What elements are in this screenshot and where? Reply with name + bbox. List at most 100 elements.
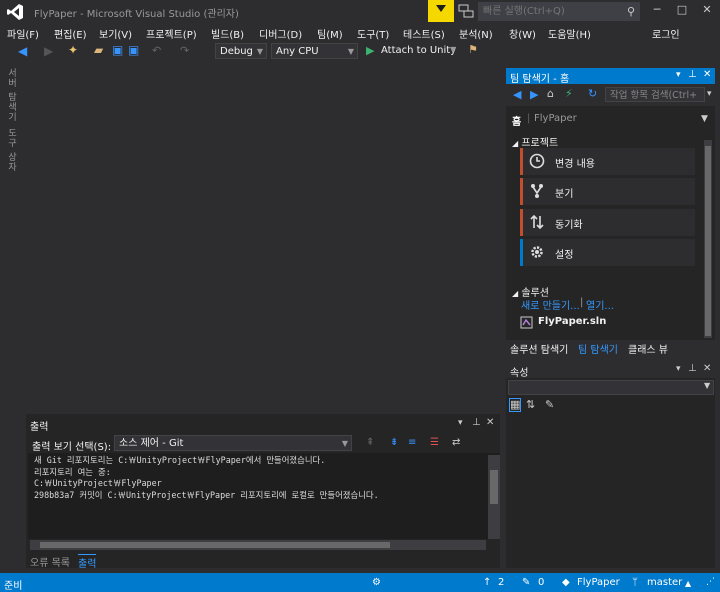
find-in-files-icon[interactable]: ⚑ (468, 43, 478, 56)
goto-next-icon[interactable]: ⇟ (390, 437, 398, 448)
output-line: 새 Git 리포지토리는 C:￦UnityProject￦FlyPaper에서 … (34, 455, 326, 465)
git-sync-icon[interactable]: ⚙ (372, 577, 381, 588)
toolbox-tab[interactable]: 도구 상자 (5, 128, 18, 172)
tab-output[interactable]: 출력 (78, 554, 97, 570)
dropdown-icon[interactable]: ▾ (458, 418, 463, 428)
server-explorer-tab[interactable]: 서버 탐색기 (5, 68, 18, 122)
tile-label: 분기 (555, 189, 574, 200)
project-name[interactable]: FlyPaper (534, 113, 577, 124)
run-chevron-icon[interactable]: ▼ (450, 45, 456, 54)
menu-debug[interactable]: 디버그(D) (259, 26, 302, 41)
up-arrow-icon[interactable]: ↑ (483, 577, 491, 588)
back-icon[interactable]: ◀ (18, 44, 27, 58)
menu-edit[interactable]: 편집(E) (54, 26, 87, 41)
forward-icon[interactable]: ▶ (530, 88, 538, 101)
redo-icon[interactable]: ↷ (180, 44, 189, 57)
chevron-down-icon[interactable]: ▼ (704, 381, 710, 390)
alphabetical-icon[interactable]: ⇅ (526, 398, 535, 411)
project-section-toggle[interactable]: ◢ 프로젝트 (512, 134, 558, 149)
pencil-icon[interactable]: ✎ (522, 577, 530, 588)
maximize-button[interactable]: □ (675, 3, 689, 17)
attach-to-unity-button[interactable]: Attach to Unity (381, 45, 456, 56)
refresh-icon[interactable]: ↻ (588, 87, 597, 100)
tab-error-list[interactable]: 오류 목록 (30, 554, 70, 569)
search-icon[interactable]: ⚲ (627, 5, 635, 18)
notifications-flag-button[interactable] (428, 0, 454, 22)
menu-analyze[interactable]: 분석(N) (459, 26, 493, 41)
close-panel-icon[interactable]: ✕ (703, 69, 711, 80)
pending-changes-count[interactable]: 0 (538, 577, 544, 588)
open-folder-icon[interactable]: ▰ (94, 43, 103, 57)
connect-icon[interactable]: ⚡ (565, 87, 573, 100)
find-message-icon[interactable]: ≡ (408, 437, 416, 448)
tile-sync[interactable]: 동기화 (520, 209, 695, 236)
team-scroll-thumb[interactable] (705, 146, 711, 336)
menu-test[interactable]: 테스트(S) (403, 26, 445, 41)
solution-file-link[interactable]: FlyPaper.sln (538, 316, 606, 327)
tile-branches[interactable]: 분기 (520, 178, 695, 205)
play-icon[interactable]: ▶ (366, 44, 374, 57)
dropdown-icon[interactable]: ▾ (676, 70, 681, 80)
output-source-value: 소스 제어 - Git (119, 438, 184, 449)
output-scroll-thumb[interactable] (490, 470, 498, 504)
back-icon[interactable]: ◀ (513, 88, 521, 101)
branch-icon[interactable]: ᛘ (632, 577, 638, 588)
menu-project[interactable]: 프로젝트(P) (146, 26, 197, 41)
forward-icon[interactable]: ▶ (44, 44, 53, 58)
properties-object-dropdown[interactable] (508, 380, 714, 395)
undo-icon[interactable]: ↶ (152, 44, 161, 57)
tab-solution-explorer[interactable]: 솔루션 탐색기 (510, 341, 568, 356)
configuration-dropdown[interactable]: Debug ▼ (215, 43, 267, 59)
tab-team-explorer[interactable]: 팀 탐색기 (578, 341, 618, 356)
menu-team[interactable]: 팀(M) (317, 26, 343, 41)
feedback-icon[interactable] (458, 3, 474, 19)
tile-settings[interactable]: 설정 (520, 239, 695, 266)
menu-help[interactable]: 도움말(H) (548, 26, 591, 41)
standard-toolbar (0, 42, 720, 62)
pin-icon[interactable]: ⊥ (472, 417, 481, 428)
wrench-icon[interactable]: ✎ (545, 398, 554, 411)
branch-menu-icon[interactable]: ▲ (685, 579, 691, 588)
goto-previous-icon[interactable]: ⇞ (366, 437, 374, 448)
dropdown-icon[interactable]: ▾ (676, 364, 681, 374)
clear-all-icon[interactable]: ☰ (430, 437, 439, 448)
save-icon[interactable]: ▣ (112, 43, 123, 57)
close-panel-icon[interactable]: ✕ (703, 363, 711, 374)
tile-label: 변경 내용 (555, 159, 595, 170)
repository-name[interactable]: FlyPaper (577, 577, 620, 588)
resize-grip-icon[interactable]: ⋰ (706, 577, 715, 587)
login-link[interactable]: 로그인 (652, 26, 680, 41)
close-panel-icon[interactable]: ✕ (486, 417, 494, 428)
open-solution-link[interactable]: 열기... (586, 297, 614, 312)
menu-view[interactable]: 보기(V) (99, 26, 132, 41)
menu-window[interactable]: 창(W) (509, 26, 536, 41)
menu-build[interactable]: 빌드(B) (211, 26, 244, 41)
word-wrap-icon[interactable]: ⇄ (452, 437, 460, 448)
platform-dropdown[interactable]: Any CPU ▼ (271, 43, 358, 59)
search-dropdown-icon[interactable]: ▾ (707, 89, 712, 99)
quick-launch-box[interactable]: ⚲ (478, 2, 640, 21)
properties-title: 속성 (510, 368, 529, 379)
minimize-button[interactable]: ─ (650, 3, 664, 17)
output-hscroll-thumb[interactable] (40, 542, 390, 548)
team-search-input[interactable]: 작업 항목 검색(Ctrl+ (605, 87, 705, 102)
menu-tools[interactable]: 도구(T) (357, 26, 389, 41)
branch-name[interactable]: master (647, 577, 682, 588)
home-icon[interactable]: ⌂ (547, 87, 554, 100)
chevron-down-icon[interactable]: ▼ (701, 114, 708, 124)
close-button[interactable]: ✕ (700, 3, 714, 17)
new-project-icon[interactable]: ✦ (68, 43, 78, 57)
menu-file[interactable]: 파일(F) (7, 26, 39, 41)
categorized-icon[interactable]: ▦ (509, 398, 522, 412)
quick-launch-input[interactable] (479, 4, 627, 19)
window-title: FlyPaper - Microsoft Visual Studio (관리자) (34, 9, 239, 20)
pin-icon[interactable]: ⊥ (688, 69, 697, 80)
new-solution-link[interactable]: 새로 만들기... (521, 297, 580, 312)
repo-icon[interactable]: ◆ (562, 577, 570, 588)
unpublished-commits-count[interactable]: 2 (498, 577, 504, 588)
tile-changes[interactable]: 변경 내용 (520, 148, 695, 175)
tab-class-view[interactable]: 클래스 뷰 (628, 341, 668, 356)
output-source-dropdown[interactable]: 소스 제어 - Git ▼ (114, 435, 352, 451)
pin-icon[interactable]: ⊥ (688, 363, 697, 374)
save-all-icon[interactable]: ▣ (128, 43, 139, 57)
